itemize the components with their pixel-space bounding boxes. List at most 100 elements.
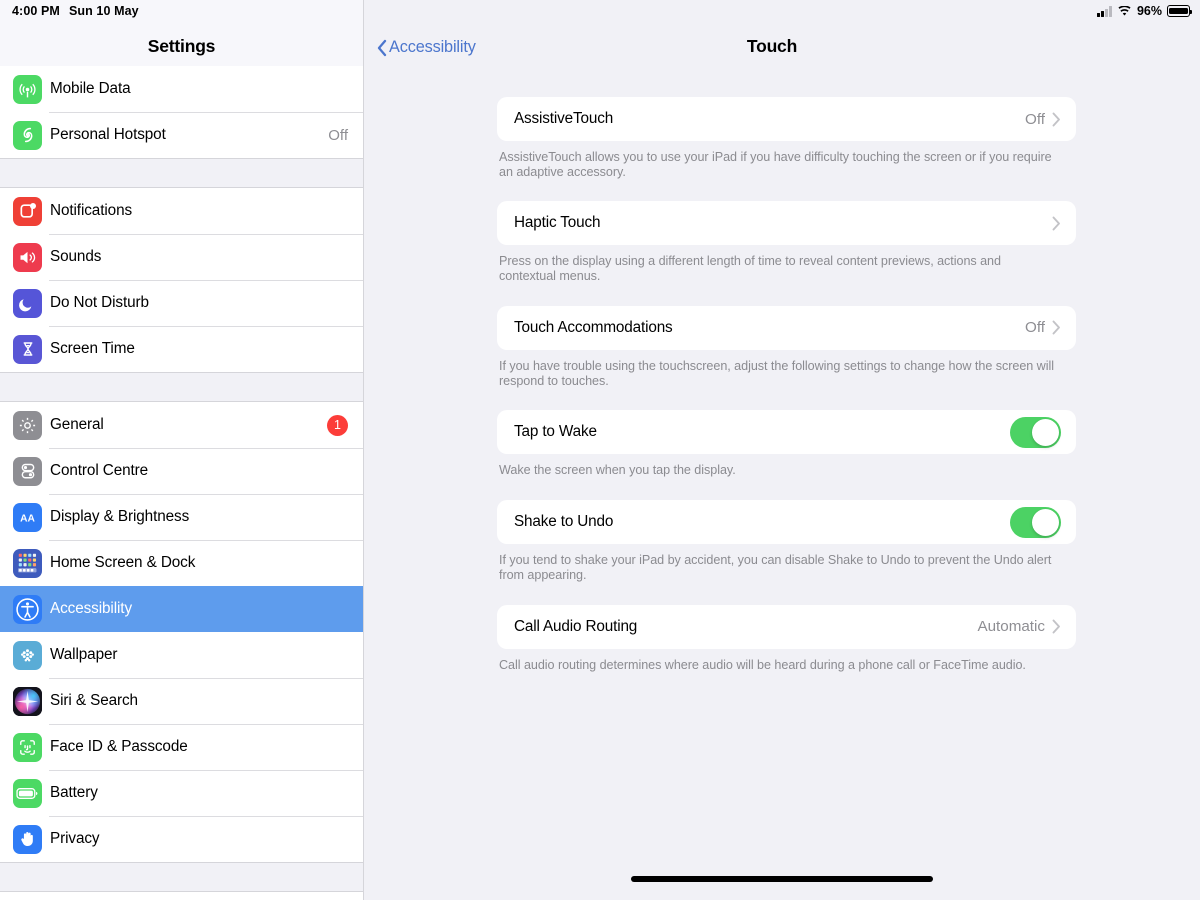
sidebar-item-label: Battery [50,784,98,801]
sidebar-item-notifications[interactable]: Notifications [0,188,363,234]
settings-row-footnote: Press on the display using a different l… [499,254,1001,284]
settings-block: Touch Accommodations Off If you have troub… [497,305,1076,388]
hourglass-icon [13,334,42,364]
settings-row-assistivetouch[interactable]: AssistiveTouch Off [497,97,1076,141]
settings-block: AssistiveTouch Off AssistiveTouch allows y… [497,97,1076,179]
status-date: Sun 10 May [68,4,139,18]
sidebar-item-battery[interactable]: Battery [0,770,363,816]
cellular-signal-icon [1097,6,1112,17]
battery-settings-icon [13,778,42,808]
svg-text:AA: AA [20,514,35,525]
settings-row-value: Off [1025,110,1045,128]
settings-row-shake-to-undo[interactable]: Shake to Undo [497,500,1076,545]
chevron-right-icon [1052,216,1061,231]
settings-row-touch-accommodations[interactable]: Touch Accommodations Off [497,305,1076,350]
ipad-settings-screen: 4:00 PM Sun 10 May 96% Settings Mobile D… [0,0,1200,900]
sidebar-item-label: General [50,416,104,433]
settings-row-footnote: If you have trouble using the touchscree… [499,358,1054,388]
settings-row-footnote: Call audio routing determines where audi… [499,657,1026,672]
settings-block: Call Audio Routing Automatic Call audio ro… [497,604,1076,673]
settings-row-haptic-touch[interactable]: Haptic Touch [497,201,1076,246]
settings-row-label: Call Audio Routing [514,617,638,635]
sidebar-item-label: Siri & Search [50,692,138,709]
personal-hotspot-icon [13,120,42,150]
battery-icon [1167,5,1193,17]
moon-icon [13,288,42,318]
status-time: 4:00 PM [12,4,60,18]
chevron-right-icon [1052,619,1061,634]
face-id-icon [13,732,42,762]
control-centre-icon [13,456,42,486]
settings-row-footnote: Wake the screen when you tap the display… [499,463,736,478]
sidebar-item-control-centre[interactable]: Control Centre [0,448,363,494]
notifications-icon [13,196,42,226]
sidebar-group: Mobile Data Personal Hotspot Off [0,66,363,158]
home-indicator [631,876,933,882]
sidebar-item-label: Notifications [50,202,133,219]
settings-row-label: Touch Accommodations [514,318,673,336]
settings-block: Tap to Wake Wake the screen when you tap … [497,410,1076,478]
sidebar-item-display-brightness[interactable]: AA Display & Brightness [0,494,363,540]
sidebar-item-label: Privacy [50,830,100,847]
sidebar-item-personal-hotspot[interactable]: Personal Hotspot Off [0,112,363,158]
chevron-right-icon [1052,112,1061,127]
page-title: Touch [746,36,798,56]
sidebar-item-general[interactable]: General 1 [0,402,363,448]
sidebar-item-privacy[interactable]: Privacy [0,816,363,862]
detail-body: AssistiveTouch Off AssistiveTouch allows y… [364,66,1200,672]
settings-row-footnote: If you tend to shake your iPad by accide… [499,553,1052,582]
sidebar-item-label: Personal Hotspot [50,126,166,143]
sidebar-item-home-screen-dock[interactable]: Home Screen & Dock [0,540,363,586]
sidebar-group-separator [0,158,363,188]
chevron-right-icon [1052,320,1061,335]
settings-row-label: AssistiveTouch [514,110,614,127]
toggle-tap-to-wake[interactable] [1010,416,1061,448]
back-button[interactable]: Accessibility [376,38,476,57]
status-badge: 1 [327,414,348,436]
sidebar-item-label: Home Screen & Dock [50,554,196,571]
sidebar-item-do-not-disturb[interactable]: Do Not Disturb [0,280,363,326]
settings-row-footnote: AssistiveTouch allows you to use your iP… [499,150,1052,179]
sidebar-group-separator [0,372,363,402]
sidebar-item-label: Display & Brightness [50,508,190,525]
sidebar-item-label: Mobile Data [50,80,131,97]
sidebar-item-label: Do Not Disturb [50,294,149,311]
settings-block: Shake to Undo If you tend to shake your i… [497,500,1076,582]
sidebar-item-label: Accessibility [50,600,133,617]
back-label: Accessibility [389,38,476,56]
privacy-hand-icon [13,824,42,854]
sidebar-item-label: Control Centre [50,462,149,479]
sidebar-item-siri-search[interactable]: Siri & Search [0,678,363,724]
sidebar-item-face-id-passcode[interactable]: Face ID & Passcode [0,724,363,770]
settings-row-label: Shake to Undo [514,513,614,531]
accessibility-icon [13,594,42,624]
wallpaper-icon [13,640,42,670]
settings-row-call-audio-routing[interactable]: Call Audio Routing Automatic [497,604,1076,649]
settings-row-value: Off [1025,319,1045,337]
sidebar-item-label: Screen Time [50,340,135,357]
sidebar-item-accessibility[interactable]: Accessibility [0,586,363,632]
settings-row-label: Haptic Touch [514,214,601,232]
sidebar-title: Settings [147,36,216,56]
settings-row-label: Tap to Wake [514,423,597,441]
toggle-shake-to-undo[interactable] [1010,506,1061,538]
sidebar-item-screen-time[interactable]: Screen Time [0,326,363,372]
sidebar-item-sounds[interactable]: Sounds [0,234,363,280]
settings-row-tap-to-wake[interactable]: Tap to Wake [497,410,1076,455]
sidebar-item-mobile-data[interactable]: Mobile Data [0,66,363,112]
mobile-data-icon [13,74,42,104]
detail-pane: Accessibility Touch AssistiveTouch Off Ass… [364,0,1200,900]
gear-icon [13,410,42,440]
settings-sidebar: Settings Mobile Data Personal Hotspot Off N… [0,0,364,900]
status-bar: 4:00 PM Sun 10 May 96% [0,0,1200,22]
sidebar-item-wallpaper[interactable]: Wallpaper [0,632,363,678]
toggle-knob [1032,508,1059,536]
wifi-icon [1117,5,1132,17]
siri-icon [13,686,42,716]
sidebar-item-label: Sounds [50,248,102,265]
sidebar-item-label: Wallpaper [50,646,118,663]
settings-block: Haptic Touch Press on the display using a… [497,201,1076,283]
sidebar-list: Mobile Data Personal Hotspot Off Notificati… [0,66,363,892]
sidebar-item-label: Face ID & Passcode [50,738,188,755]
settings-row-value: Automatic [977,618,1045,636]
